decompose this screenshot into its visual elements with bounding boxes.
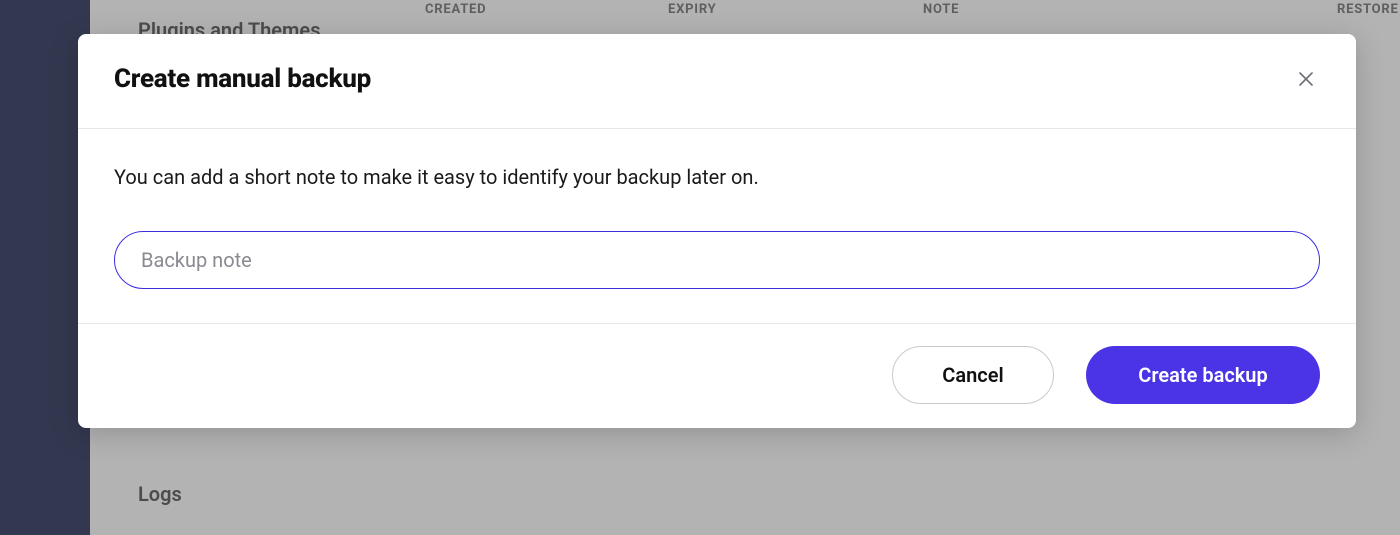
backup-note-input[interactable] [114,231,1320,289]
modal-body: You can add a short note to make it easy… [78,129,1356,324]
create-backup-button[interactable]: Create backup [1086,346,1320,404]
close-button[interactable] [1292,65,1320,93]
modal-footer: Cancel Create backup [78,324,1356,428]
modal-title: Create manual backup [114,64,371,94]
modal-description: You can add a short note to make it easy… [114,165,1320,189]
modal-header: Create manual backup [78,34,1356,129]
create-backup-modal: Create manual backup You can add a short… [78,34,1356,428]
close-icon [1298,71,1314,87]
cancel-button[interactable]: Cancel [892,346,1054,404]
